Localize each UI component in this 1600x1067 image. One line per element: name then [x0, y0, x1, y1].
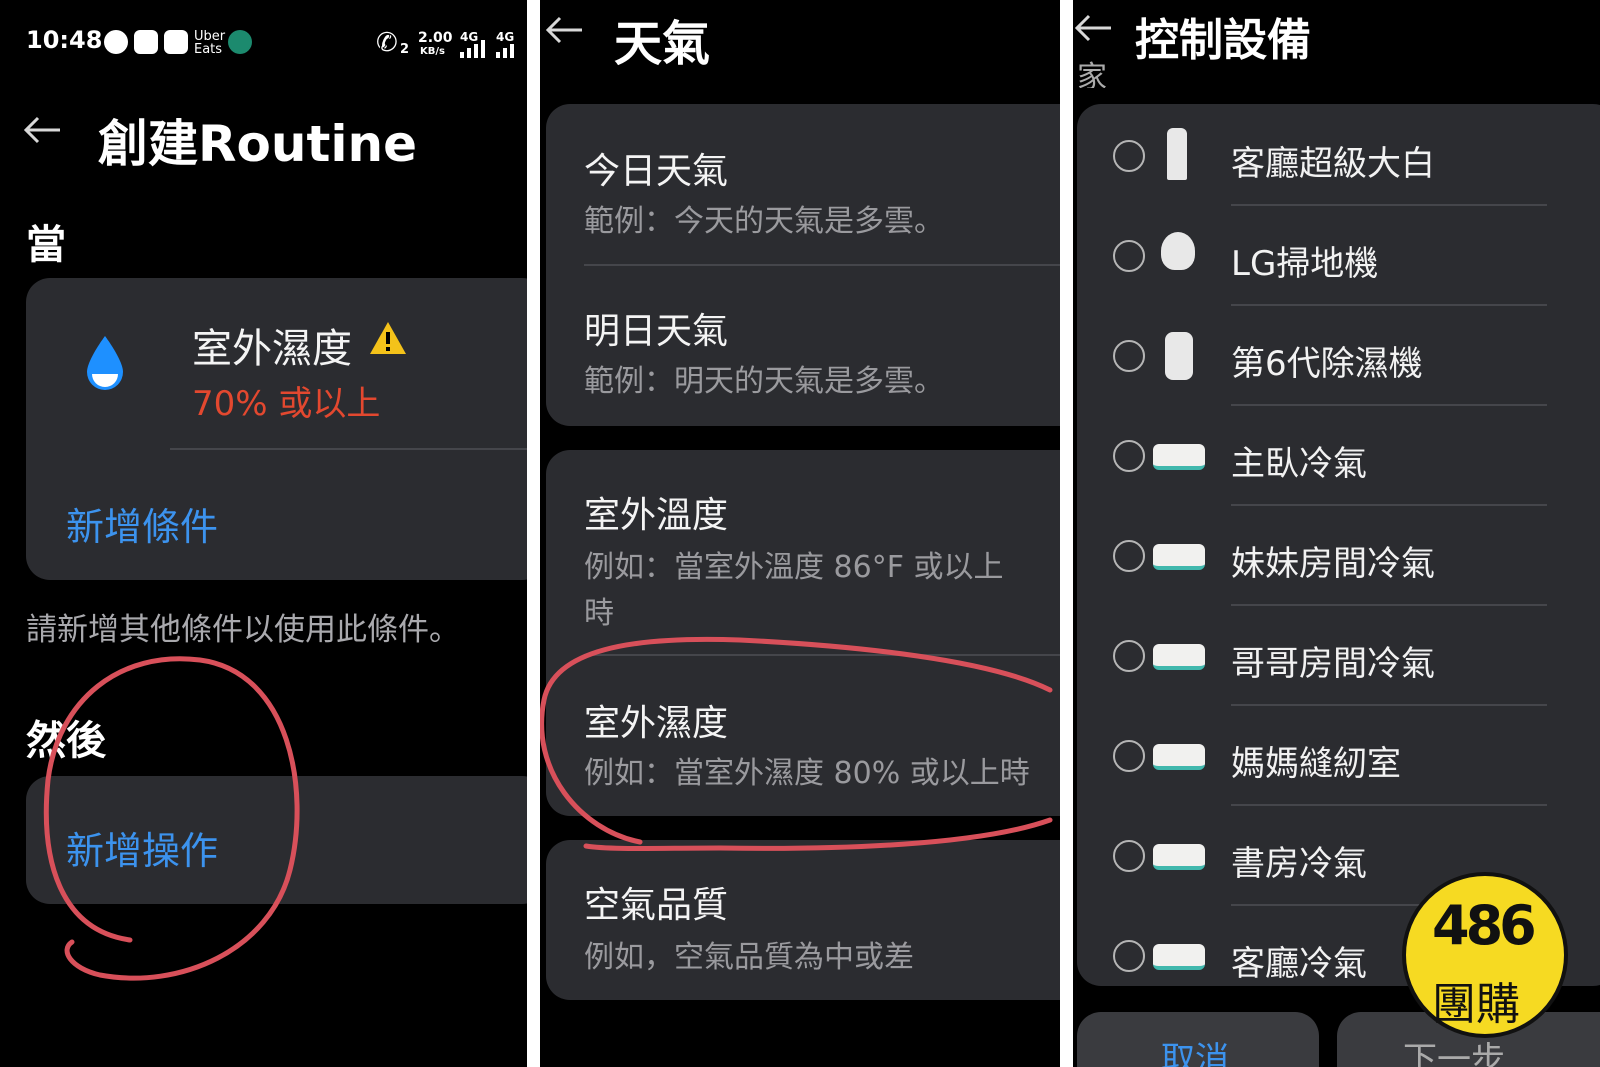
device-row[interactable]: 哥哥房間冷氣	[1077, 606, 1597, 706]
arrow-left-icon[interactable]	[1073, 12, 1113, 44]
logo-number: 486	[1432, 894, 1537, 957]
logo-label: 團購	[1432, 979, 1520, 1030]
radio-button[interactable]	[1113, 540, 1145, 572]
air-conditioner-icon	[1153, 944, 1205, 970]
annotation-circle	[43, 656, 300, 981]
radio-button[interactable]	[1113, 440, 1145, 472]
air-conditioner-icon	[1153, 544, 1205, 570]
air-purifier-icon	[1167, 128, 1187, 180]
weather-screen: 天氣 今日天氣 範例：今天的天氣是多雲。 明日天氣 範例：明天的天氣是多雲。 室…	[540, 0, 1060, 1067]
air-conditioner-icon	[1153, 744, 1205, 770]
create-routine-screen: 10:48 Uber Eats ✆ 2 2.00 KB/s 4G 4G 創建Ro…	[0, 0, 527, 1067]
radio-button[interactable]	[1113, 240, 1145, 272]
group-buy-logo: 486 團購	[1402, 872, 1568, 1038]
device-name: 書房冷氣	[1231, 844, 1367, 884]
radio-button[interactable]	[1113, 940, 1145, 972]
device-row[interactable]: LG掃地機	[1077, 206, 1597, 306]
device-row[interactable]: 媽媽縫紉室	[1077, 706, 1597, 806]
device-name: 第6代除濕機	[1231, 344, 1423, 384]
dehumidifier-icon	[1165, 332, 1193, 380]
device-name: 主臥冷氣	[1231, 444, 1367, 484]
group-label: 家	[1077, 60, 1107, 88]
device-name: 客廳超級大白	[1231, 144, 1435, 184]
device-row[interactable]: 妹妹房間冷氣	[1077, 506, 1597, 606]
device-row[interactable]: 客廳超級大白	[1077, 106, 1597, 206]
device-name: 媽媽縫紉室	[1231, 744, 1401, 784]
device-row[interactable]: 主臥冷氣	[1077, 406, 1597, 506]
device-row[interactable]: 第6代除濕機	[1077, 306, 1597, 406]
radio-button[interactable]	[1113, 340, 1145, 372]
cancel-label: 取消	[1161, 1040, 1229, 1067]
radio-button[interactable]	[1113, 640, 1145, 672]
radio-button[interactable]	[1113, 840, 1145, 872]
device-name: 妹妹房間冷氣	[1231, 544, 1435, 584]
device-name: LG掃地機	[1231, 244, 1379, 284]
air-conditioner-icon	[1153, 644, 1205, 670]
page-title: 控制設備	[1135, 15, 1311, 66]
air-conditioner-icon	[1153, 444, 1205, 470]
radio-button[interactable]	[1113, 140, 1145, 172]
annotation-oval	[540, 636, 1053, 851]
air-conditioner-icon	[1153, 844, 1205, 870]
device-name: 客廳冷氣	[1231, 944, 1367, 984]
robot-vacuum-icon	[1161, 232, 1195, 270]
device-name: 哥哥房間冷氣	[1231, 644, 1435, 684]
radio-button[interactable]	[1113, 740, 1145, 772]
